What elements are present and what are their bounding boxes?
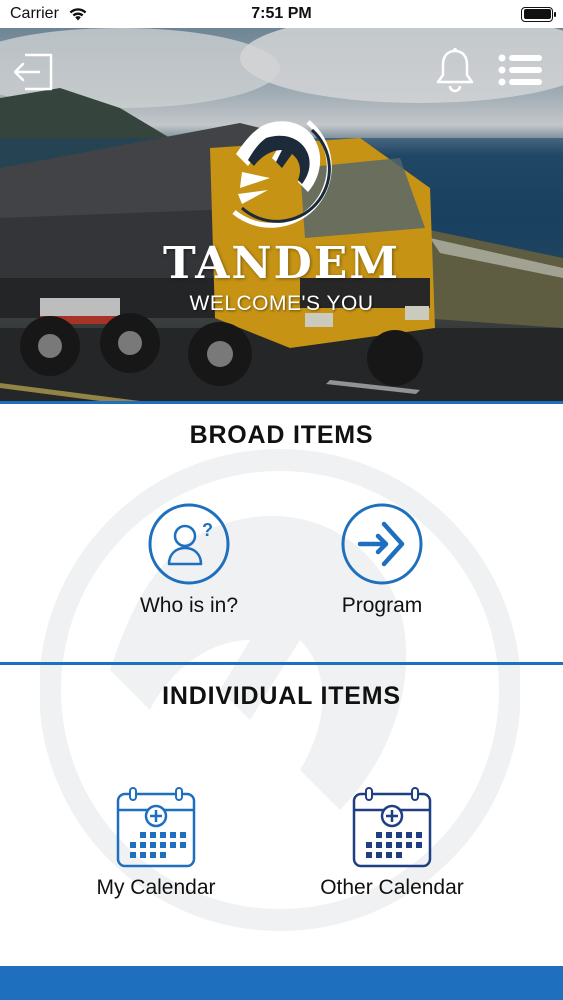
other-calendar-label: Other Calendar — [320, 876, 464, 899]
hero-banner: TANDEM WELCOME'S YOU — [0, 28, 563, 401]
calendar-plus-icon — [116, 787, 196, 868]
arrow-enter-icon — [341, 503, 423, 585]
menu-icon — [498, 54, 542, 86]
status-left: Carrier — [10, 5, 89, 23]
bell-icon — [436, 48, 474, 93]
who-is-in-label: Who is in? — [139, 594, 239, 617]
brand-tagline: WELCOME'S YOU — [189, 292, 374, 315]
individual-items-title: INDIVIDUAL ITEMS — [162, 682, 401, 710]
user-question-icon: ? — [148, 503, 230, 585]
calendar-plus-icon — [352, 787, 432, 868]
svg-text:?: ? — [202, 520, 213, 540]
hero-divider — [0, 401, 563, 404]
my-calendar-tile[interactable]: My Calendar — [56, 786, 256, 900]
my-calendar-label: My Calendar — [96, 876, 216, 899]
exit-button[interactable] — [8, 50, 58, 94]
exit-icon — [13, 53, 53, 91]
status-bar: Carrier 7:51 PM — [0, 0, 563, 28]
program-tile[interactable]: Program — [282, 502, 482, 618]
notifications-button[interactable] — [432, 46, 478, 94]
other-calendar-tile[interactable]: Other Calendar — [292, 786, 492, 900]
broad-items-title: BROAD ITEMS — [189, 421, 374, 449]
section-divider — [0, 662, 563, 665]
menu-button[interactable] — [494, 50, 546, 90]
who-is-in-tile[interactable]: ? Who is in? — [89, 502, 289, 618]
battery-icon — [521, 6, 556, 22]
wifi-icon — [69, 8, 87, 21]
program-label: Program — [341, 594, 423, 617]
bottom-bar — [0, 966, 563, 1000]
horse-logo-icon — [232, 120, 332, 228]
carrier-label: Carrier — [10, 5, 59, 22]
brand-name: TANDEM — [162, 238, 401, 289]
